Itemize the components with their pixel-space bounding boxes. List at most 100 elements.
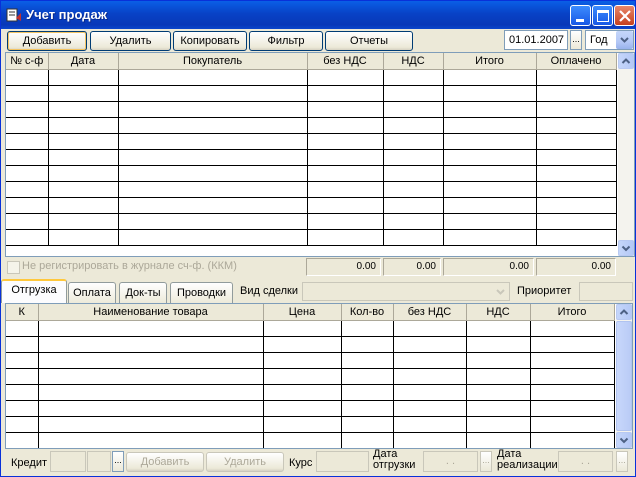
table-cell[interactable] — [263, 352, 342, 369]
table-cell[interactable] — [466, 368, 531, 385]
table-cell[interactable] — [530, 368, 615, 385]
credit-subcode-field[interactable] — [87, 451, 111, 472]
invoices-column-header[interactable]: НДС — [383, 53, 444, 70]
table-cell[interactable] — [393, 384, 467, 401]
table-cell[interactable] — [38, 352, 264, 369]
table-row[interactable] — [6, 432, 615, 448]
table-cell[interactable] — [307, 149, 384, 166]
table-cell[interactable] — [393, 416, 467, 433]
table-cell[interactable] — [263, 384, 342, 401]
table-cell[interactable] — [48, 117, 119, 134]
table-cell[interactable] — [536, 133, 617, 150]
scroll-up-button[interactable] — [616, 304, 632, 320]
rate-field[interactable] — [316, 451, 369, 472]
tab-shipment[interactable]: Отгрузка — [1, 279, 67, 303]
invoices-column-header[interactable]: Оплачено — [536, 53, 617, 70]
table-cell[interactable] — [393, 368, 467, 385]
tab-postings[interactable]: Проводки — [170, 282, 233, 304]
table-cell[interactable] — [118, 117, 308, 134]
goods-column-header[interactable]: НДС — [466, 304, 531, 321]
table-cell[interactable] — [443, 85, 537, 102]
scroll-down-button[interactable] — [618, 240, 634, 256]
goods-column-header[interactable]: К — [6, 304, 39, 321]
table-cell[interactable] — [536, 149, 617, 166]
table-row[interactable] — [6, 117, 617, 134]
table-cell[interactable] — [530, 384, 615, 401]
no-register-checkbox[interactable] — [7, 261, 20, 274]
table-row[interactable] — [6, 85, 617, 102]
goods-column-header[interactable]: Итого — [530, 304, 615, 321]
table-row[interactable] — [6, 368, 615, 385]
table-cell[interactable] — [466, 336, 531, 353]
table-row[interactable] — [6, 416, 615, 433]
table-cell[interactable] — [307, 133, 384, 150]
reports-button[interactable]: Отчеты — [325, 31, 413, 51]
goods-grid[interactable]: К Наименование товара Цена Кол-во без НДС НДС… — [5, 303, 633, 449]
table-row[interactable] — [6, 320, 615, 337]
goods-column-header[interactable]: Наименование товара — [38, 304, 264, 321]
table-cell[interactable] — [6, 165, 49, 182]
table-cell[interactable] — [383, 197, 444, 214]
table-cell[interactable] — [536, 181, 617, 198]
table-cell[interactable] — [443, 149, 537, 166]
table-cell[interactable] — [536, 69, 617, 86]
table-cell[interactable] — [383, 213, 444, 230]
invoices-column-header[interactable]: Дата — [48, 53, 119, 70]
table-row[interactable] — [6, 229, 617, 246]
table-cell[interactable] — [6, 101, 49, 118]
table-cell[interactable] — [393, 320, 467, 337]
add-goods-button[interactable]: Добавить — [126, 452, 204, 472]
table-cell[interactable] — [118, 149, 308, 166]
table-cell[interactable] — [6, 432, 39, 448]
table-cell[interactable] — [263, 432, 342, 448]
table-cell[interactable] — [6, 400, 39, 417]
table-cell[interactable] — [383, 181, 444, 198]
sale-date-picker-button[interactable]: ... — [616, 451, 628, 472]
table-cell[interactable] — [6, 133, 49, 150]
add-invoice-button[interactable]: Добавить — [7, 31, 87, 51]
table-cell[interactable] — [6, 117, 49, 134]
table-cell[interactable] — [383, 229, 444, 246]
table-cell[interactable] — [6, 149, 49, 166]
table-cell[interactable] — [536, 85, 617, 102]
period-select[interactable]: Год — [585, 30, 634, 50]
table-cell[interactable] — [443, 165, 537, 182]
table-cell[interactable] — [466, 400, 531, 417]
table-cell[interactable] — [48, 213, 119, 230]
table-cell[interactable] — [383, 101, 444, 118]
table-row[interactable] — [6, 181, 617, 198]
table-cell[interactable] — [383, 149, 444, 166]
table-cell[interactable] — [341, 336, 394, 353]
table-cell[interactable] — [530, 336, 615, 353]
table-cell[interactable] — [307, 197, 384, 214]
table-cell[interactable] — [530, 432, 615, 448]
table-cell[interactable] — [341, 400, 394, 417]
table-cell[interactable] — [536, 213, 617, 230]
table-row[interactable] — [6, 165, 617, 182]
table-cell[interactable] — [6, 336, 39, 353]
table-cell[interactable] — [6, 416, 39, 433]
table-cell[interactable] — [48, 133, 119, 150]
table-cell[interactable] — [536, 165, 617, 182]
table-cell[interactable] — [443, 181, 537, 198]
table-row[interactable] — [6, 197, 617, 214]
delete-invoice-button[interactable]: Удалить — [90, 31, 171, 51]
table-cell[interactable] — [307, 181, 384, 198]
table-cell[interactable] — [383, 133, 444, 150]
date-field[interactable]: 01.01.2007 — [504, 30, 568, 50]
sale-date-field[interactable]: . . — [558, 451, 613, 472]
goods-scroll-thumb[interactable] — [616, 321, 632, 431]
table-cell[interactable] — [48, 229, 119, 246]
table-row[interactable] — [6, 384, 615, 401]
table-row[interactable] — [6, 213, 617, 230]
table-cell[interactable] — [393, 352, 467, 369]
minimize-button[interactable] — [570, 5, 591, 26]
goods-column-header[interactable]: Кол-во — [341, 304, 394, 321]
table-cell[interactable] — [466, 432, 531, 448]
table-cell[interactable] — [443, 69, 537, 86]
table-cell[interactable] — [6, 69, 49, 86]
table-cell[interactable] — [48, 197, 119, 214]
scroll-up-button[interactable] — [618, 53, 634, 69]
table-cell[interactable] — [530, 416, 615, 433]
tab-documents[interactable]: Док-ты — [119, 282, 167, 304]
